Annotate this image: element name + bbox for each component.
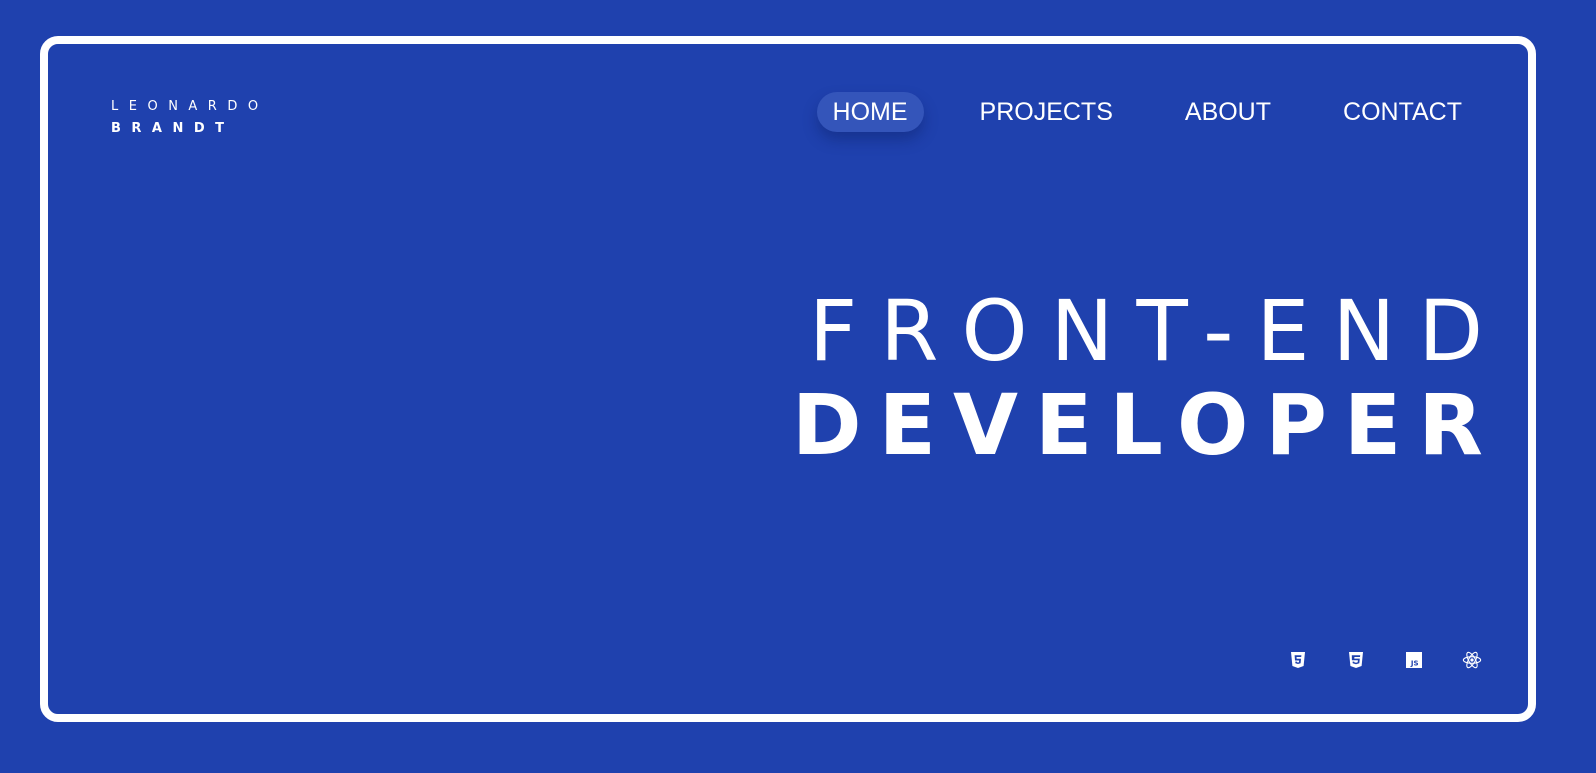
nav-item-contact[interactable]: CONTACT [1327,92,1478,132]
nav-item-about[interactable]: ABOUT [1169,92,1287,132]
nav-item-home[interactable]: HOME [816,92,924,132]
react-icon [1462,650,1482,670]
brand-last-name: BRANDT [111,121,235,136]
html5-icon [1288,650,1308,670]
brand-first-name: LEONARDO [111,99,269,114]
hero-heading: FRONT-END DEVELOPER [792,284,1486,472]
svg-text:JS: JS [1410,660,1419,668]
javascript-icon: JS [1404,650,1424,670]
page-frame: LEONARDO BRANDT HOME PROJECTS ABOUT CONT… [40,36,1536,722]
nav-item-projects[interactable]: PROJECTS [964,92,1129,132]
hero-title-line2: DEVELOPER [791,376,1500,474]
hero-title-line1: FRONT-END [808,282,1506,380]
brand-logo[interactable]: LEONARDO BRANDT [111,96,269,140]
tech-stack: JS [1288,650,1482,670]
main-nav: HOME PROJECTS ABOUT CONTACT [816,92,1478,132]
css3-icon [1346,650,1366,670]
